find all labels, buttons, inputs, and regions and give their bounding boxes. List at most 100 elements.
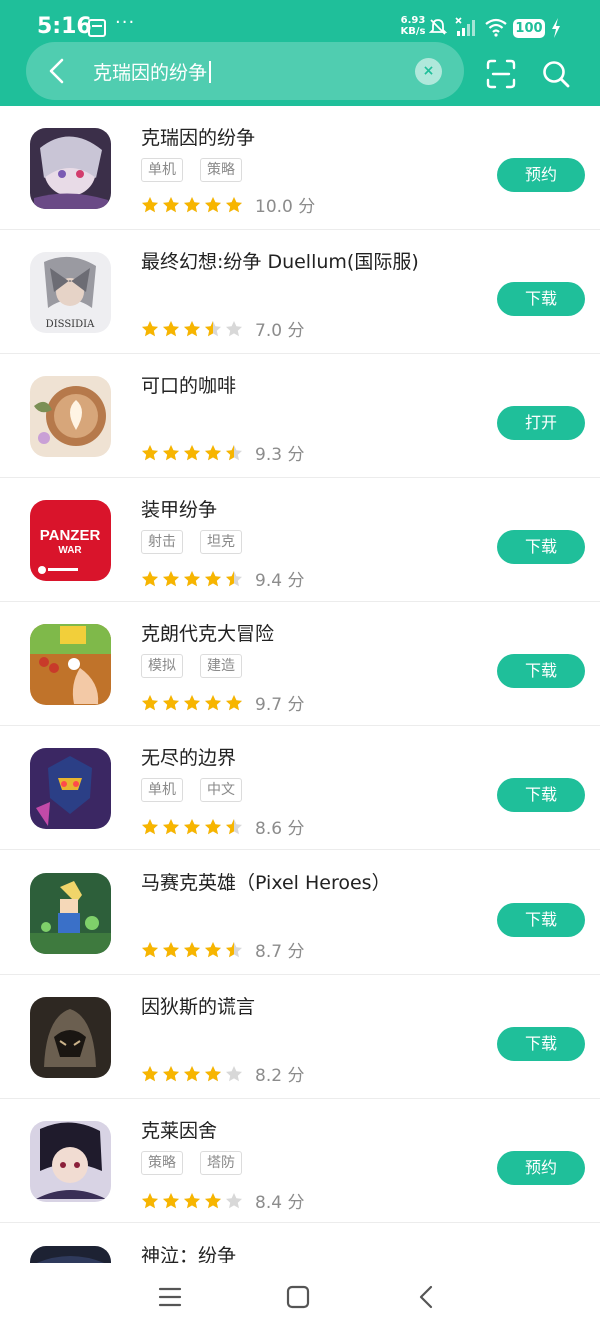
download-button[interactable]: 下载 [497, 778, 585, 812]
stars [141, 570, 243, 588]
star-full-icon [163, 196, 179, 212]
score: 10.0 分 [255, 197, 316, 217]
stars [141, 320, 243, 338]
mute-icon [428, 19, 448, 35]
star-full-icon [184, 694, 200, 710]
app-row-9[interactable]: 神泣：纷争 [0, 1224, 600, 1263]
stars [141, 196, 243, 214]
app-name[interactable]: 克朗代克大冒险 [141, 619, 274, 646]
app-name[interactable]: 克瑞因的纷争 [141, 123, 255, 150]
score: 8.2 分 [255, 1066, 305, 1086]
star-full-icon [163, 570, 179, 586]
rating: 9.7 分 [141, 690, 304, 715]
menu-icon[interactable] [158, 1285, 182, 1309]
app-icon-4[interactable] [30, 624, 111, 705]
app-row-7[interactable]: 因狄斯的谎言 8.2 分 下载 [0, 975, 600, 1099]
reserve-button[interactable]: 预约 [497, 1151, 585, 1185]
back-nav-icon[interactable] [416, 1285, 436, 1309]
charging-icon [552, 18, 560, 38]
app-icon-7[interactable] [30, 997, 111, 1078]
rating: 8.6 分 [141, 814, 304, 839]
app-row-5[interactable]: 无尽的边界 单机 中文 8.6 分 下载 [0, 726, 600, 850]
search-results-list[interactable]: 克瑞因的纷争 单机 策略 10.0 分 预约 DISSIDIA 最终幻想:纷争 … [0, 106, 600, 1263]
star-full-icon [163, 444, 179, 460]
app-icon-2[interactable] [30, 376, 111, 457]
stars [141, 694, 243, 712]
star-full-icon [163, 941, 179, 957]
score: 9.7 分 [255, 695, 305, 715]
score: 9.4 分 [255, 571, 305, 591]
app-name[interactable]: 因狄斯的谎言 [141, 992, 255, 1019]
app-row-2[interactable]: 可口的咖啡 9.3 分 打开 [0, 354, 600, 478]
star-full-icon [163, 1065, 179, 1081]
app-icon-0[interactable] [30, 128, 111, 209]
download-button[interactable]: 下载 [497, 1027, 585, 1061]
reserve-button[interactable]: 预约 [497, 158, 585, 192]
open-button[interactable]: 打开 [497, 406, 585, 440]
app-icon-1[interactable]: DISSIDIA [30, 252, 111, 333]
search-icon[interactable] [540, 58, 572, 90]
network-speed-unit: KB/s [400, 26, 426, 37]
star-full-icon [142, 1065, 158, 1081]
star-full-icon [184, 941, 200, 957]
score: 7.0 分 [255, 321, 305, 341]
tag: 单机 [141, 778, 183, 802]
tag-list: 单机 中文 [141, 778, 242, 802]
app-name[interactable]: 马赛克英雄（Pixel Heroes） [141, 868, 391, 895]
rating: 8.7 分 [141, 937, 304, 962]
star-full-icon [142, 818, 158, 834]
app-name[interactable]: 可口的咖啡 [141, 371, 236, 398]
tag: 单机 [141, 158, 183, 182]
star-full-icon [226, 694, 242, 710]
search-input[interactable]: 克瑞因的纷争 [93, 58, 212, 85]
app-name[interactable]: 最终幻想:纷争 Duellum(国际服) [141, 247, 419, 274]
scan-icon[interactable] [485, 58, 517, 90]
app-icon-3[interactable]: PANZER WAR [30, 500, 111, 581]
home-icon[interactable] [286, 1285, 310, 1309]
tag: 中文 [200, 778, 242, 802]
search-bar[interactable] [26, 42, 464, 100]
rating: 9.3 分 [141, 440, 304, 465]
app-icon-6[interactable] [30, 873, 111, 954]
star-full-icon [205, 196, 221, 212]
app-row-6[interactable]: 马赛克英雄（Pixel Heroes） 8.7 分 下载 [0, 851, 600, 975]
star-empty-icon [226, 320, 242, 336]
download-button[interactable]: 下载 [497, 903, 585, 937]
star-full-icon [205, 444, 221, 460]
app-row-3[interactable]: PANZER WAR 装甲纷争 射击 坦克 9.4 分 下载 [0, 478, 600, 602]
star-full-icon [142, 320, 158, 336]
app-row-0[interactable]: 克瑞因的纷争 单机 策略 10.0 分 预约 [0, 106, 600, 230]
app-name[interactable]: 神泣：纷争 [141, 1241, 236, 1263]
download-button[interactable]: 下载 [497, 654, 585, 688]
app-name[interactable]: 克莱因舍 [141, 1116, 217, 1143]
app-name[interactable]: 无尽的边界 [141, 743, 236, 770]
app-icon-9[interactable] [30, 1246, 111, 1263]
star-half-icon [226, 444, 242, 460]
stars [141, 444, 243, 462]
status-bar: 5:16 ··· 6.93 KB/s 100 [0, 0, 600, 44]
tag-list: 单机 策略 [141, 158, 242, 182]
panzer-logo-subtext: WAR [58, 545, 82, 556]
star-half-icon [205, 320, 221, 336]
score: 9.3 分 [255, 445, 305, 465]
star-full-icon [142, 1192, 158, 1208]
app-row-4[interactable]: 克朗代克大冒险 模拟 建造 9.7 分 下载 [0, 602, 600, 726]
app-row-8[interactable]: 克莱因舍 策略 塔防 8.4 分 预约 [0, 1099, 600, 1223]
app-icon-5[interactable] [30, 748, 111, 829]
star-full-icon [163, 694, 179, 710]
star-half-icon [226, 570, 242, 586]
app-icon-8[interactable] [30, 1121, 111, 1202]
app-row-1[interactable]: DISSIDIA 最终幻想:纷争 Duellum(国际服) 7.0 分 下载 [0, 230, 600, 354]
tag: 塔防 [200, 1151, 242, 1175]
download-button[interactable]: 下载 [497, 282, 585, 316]
signal-off-icon [455, 17, 475, 36]
clear-icon[interactable]: × [415, 58, 442, 85]
back-icon[interactable] [44, 56, 70, 86]
app-name[interactable]: 装甲纷争 [141, 495, 217, 522]
star-full-icon [205, 694, 221, 710]
star-full-icon [184, 320, 200, 336]
download-button[interactable]: 下载 [497, 530, 585, 564]
star-full-icon [142, 196, 158, 212]
star-empty-icon [226, 1065, 242, 1081]
star-full-icon [142, 941, 158, 957]
